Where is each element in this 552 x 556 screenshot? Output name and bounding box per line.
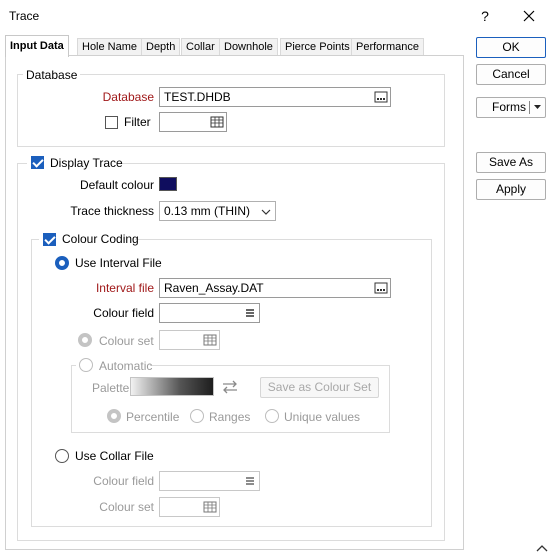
filter-label: Filter bbox=[124, 115, 151, 129]
database-value: TEST.DHDB bbox=[164, 90, 231, 104]
forms-label: Forms bbox=[492, 100, 526, 114]
interval-file-label: Interval file bbox=[95, 281, 154, 295]
save-as-colour-set-button[interactable]: Save as Colour Set bbox=[260, 377, 379, 398]
list-icon[interactable] bbox=[243, 306, 257, 320]
dropdown-arrow-icon[interactable] bbox=[533, 104, 542, 110]
trace-thickness-label: Trace thickness bbox=[70, 204, 154, 218]
colour-field-label: Colour field bbox=[93, 306, 154, 320]
colour-set-radio[interactable] bbox=[78, 333, 92, 347]
ok-button[interactable]: OK bbox=[476, 37, 546, 58]
colour-set-label: Colour set bbox=[99, 334, 154, 348]
chevron-up-icon[interactable] bbox=[535, 543, 549, 553]
use-collar-file-radio[interactable] bbox=[55, 449, 69, 463]
automatic-label: Automatic bbox=[99, 359, 153, 373]
tab-hole-name[interactable]: Hole Name bbox=[77, 38, 143, 56]
database-group bbox=[17, 74, 445, 147]
database-field[interactable]: TEST.DHDB bbox=[159, 87, 391, 107]
database-label: Database bbox=[102, 90, 154, 104]
ranges-label: Ranges bbox=[209, 410, 251, 424]
collar-colour-field-input[interactable] bbox=[159, 471, 260, 491]
table-icon[interactable] bbox=[210, 115, 224, 129]
palette-bar[interactable] bbox=[130, 377, 214, 396]
list-icon[interactable] bbox=[243, 474, 257, 488]
table-icon[interactable] bbox=[203, 500, 217, 514]
swap-arrows-icon[interactable] bbox=[220, 378, 240, 396]
default-colour-label: Default colour bbox=[79, 178, 154, 192]
percentile-radio[interactable] bbox=[107, 409, 121, 423]
tab-performance[interactable]: Performance bbox=[351, 38, 424, 56]
tab-pierce-points[interactable]: Pierce Points bbox=[280, 38, 355, 56]
automatic-radio[interactable] bbox=[79, 358, 93, 372]
interval-file-field[interactable]: Raven_Assay.DAT bbox=[159, 278, 391, 298]
window-title: Trace bbox=[9, 9, 40, 23]
display-trace-checkbox[interactable] bbox=[31, 156, 44, 169]
ranges-radio[interactable] bbox=[190, 409, 204, 423]
use-collar-file-label: Use Collar File bbox=[75, 449, 154, 463]
palette-label: Palette bbox=[92, 381, 130, 395]
trace-thickness-select[interactable]: 0.13 mm (THIN) bbox=[159, 201, 276, 221]
colour-field-input[interactable] bbox=[159, 303, 260, 323]
percentile-label: Percentile bbox=[126, 410, 180, 424]
chevron-down-icon bbox=[261, 209, 271, 215]
apply-button[interactable]: Apply bbox=[476, 179, 546, 200]
unique-values-label: Unique values bbox=[284, 410, 361, 424]
interval-file-value: Raven_Assay.DAT bbox=[164, 281, 264, 295]
save-as-button[interactable]: Save As bbox=[476, 152, 546, 173]
collar-colour-set-field[interactable] bbox=[159, 497, 220, 517]
help-button[interactable]: ? bbox=[470, 4, 500, 28]
colour-coding-label: Colour Coding bbox=[62, 232, 139, 246]
unique-values-radio[interactable] bbox=[265, 409, 279, 423]
browse-icon[interactable] bbox=[374, 281, 388, 295]
cancel-button[interactable]: Cancel bbox=[476, 64, 546, 85]
trace-thickness-value: 0.13 mm (THIN) bbox=[164, 204, 251, 218]
filter-field[interactable] bbox=[159, 112, 227, 132]
forms-divider bbox=[529, 101, 530, 114]
collar-colour-field-label: Colour field bbox=[93, 474, 154, 488]
display-trace-label: Display Trace bbox=[50, 156, 123, 170]
close-icon bbox=[523, 10, 535, 22]
filter-checkbox[interactable] bbox=[105, 116, 118, 129]
tab-collar[interactable]: Collar bbox=[181, 38, 220, 56]
use-interval-file-label: Use Interval File bbox=[75, 256, 162, 270]
tab-downhole[interactable]: Downhole bbox=[219, 38, 278, 56]
forms-button[interactable]: Forms bbox=[476, 97, 546, 118]
collar-colour-set-label: Colour set bbox=[99, 500, 154, 514]
table-icon[interactable] bbox=[203, 333, 217, 347]
database-group-legend: Database bbox=[23, 68, 81, 82]
tab-depth[interactable]: Depth bbox=[141, 38, 181, 56]
use-interval-file-radio[interactable] bbox=[55, 256, 69, 270]
browse-icon[interactable] bbox=[374, 90, 388, 104]
tab-input-data[interactable]: Input Data bbox=[5, 35, 69, 57]
close-button[interactable] bbox=[514, 4, 544, 28]
colour-coding-checkbox[interactable] bbox=[43, 233, 56, 246]
default-colour-swatch[interactable] bbox=[159, 177, 177, 191]
colour-set-field[interactable] bbox=[159, 330, 220, 350]
